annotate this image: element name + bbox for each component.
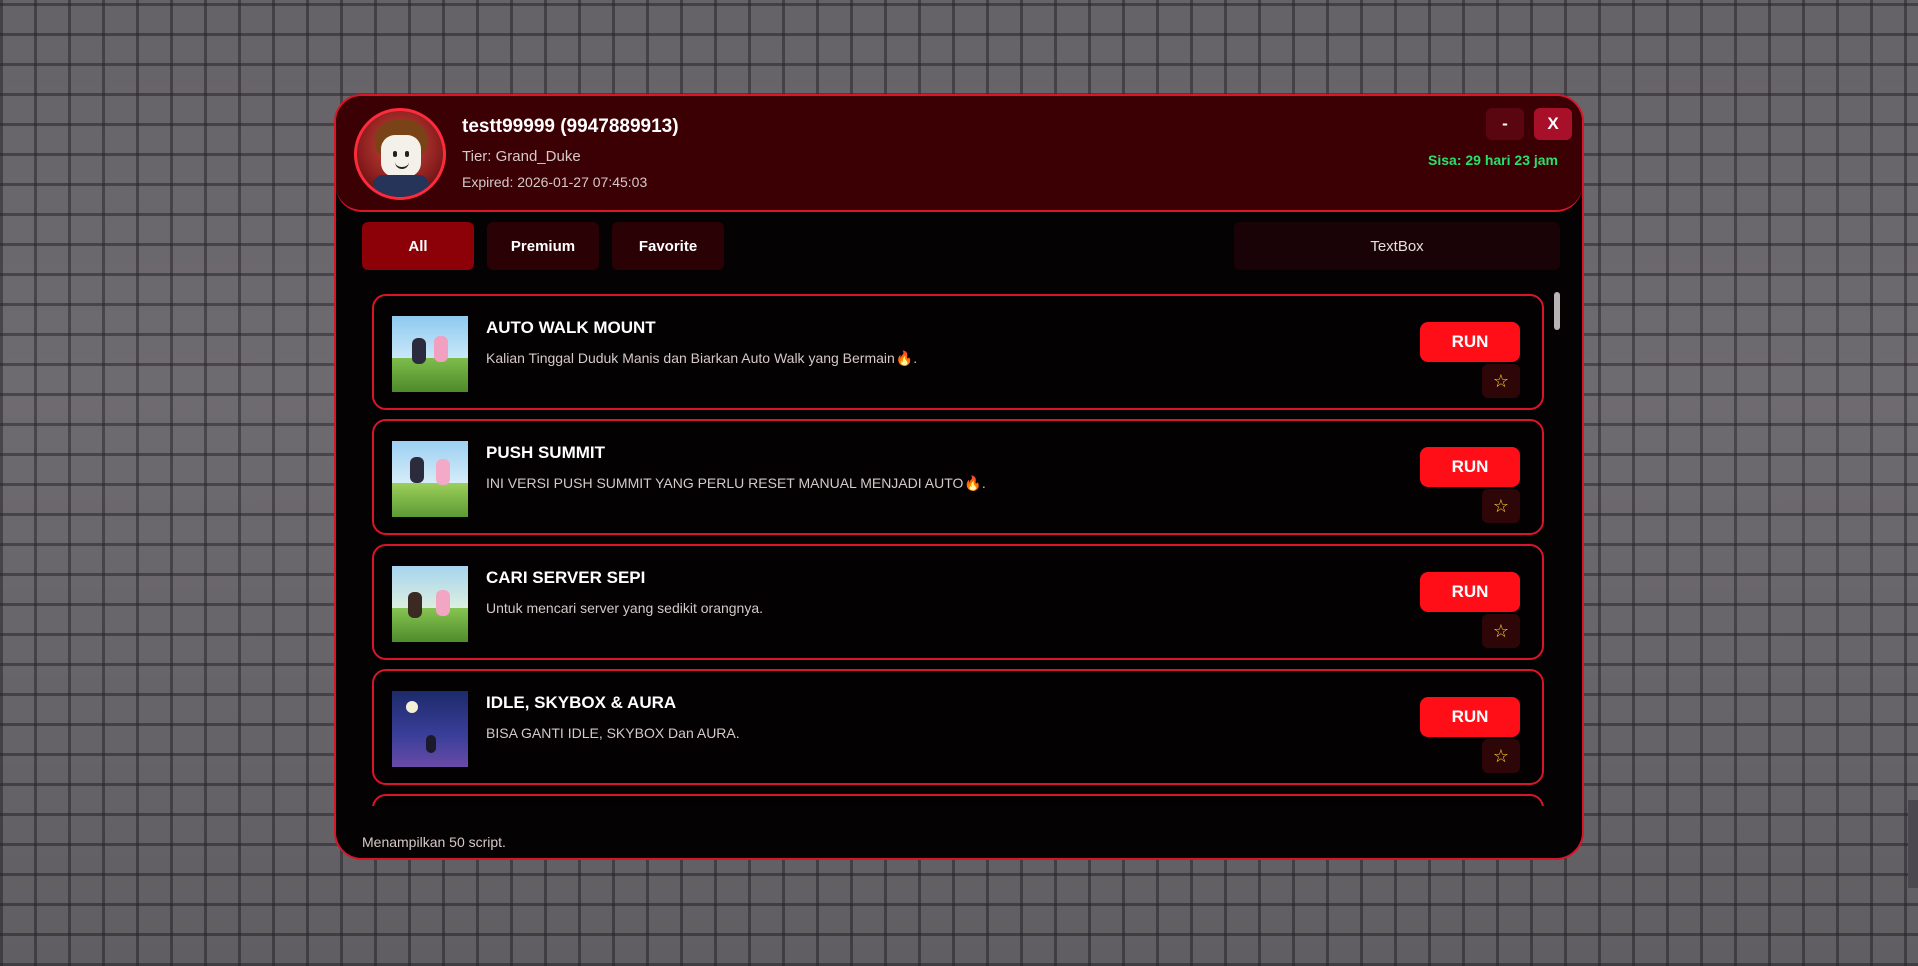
script-card: PUSH SUMMIT INI VERSI PUSH SUMMIT YANG P… [372,419,1544,535]
close-button[interactable]: X [1534,108,1572,140]
kids-wifi-icon [392,566,468,642]
script-description-text: Kalian Tinggal Duduk Manis dan Biarkan A… [486,350,895,366]
script-description-text: INI VERSI PUSH SUMMIT YANG PERLU RESET M… [486,475,964,491]
fire-icon: 🔥 [895,350,914,366]
avatar-face [381,135,421,177]
run-button[interactable]: RUN [1420,447,1520,487]
kids-running-icon [392,316,468,392]
script-description: Untuk mencari server yang sedikit orangn… [486,600,764,616]
avatar [354,108,446,200]
script-title: AUTO WALK MOUNT [486,318,656,337]
search-input[interactable]: TextBox [1234,222,1560,270]
tab-all[interactable]: All [362,222,474,270]
remaining-time: Sisa: 29 hari 23 jam [1428,152,1558,168]
script-description: BISA GANTI IDLE, SKYBOX Dan AURA. [486,725,740,741]
script-description: Kalian Tinggal Duduk Manis dan Biarkan A… [486,350,917,367]
run-button[interactable]: RUN [1420,697,1520,737]
screen-edge-strip [1908,800,1918,888]
avatar-eye [393,151,397,157]
run-button[interactable]: RUN [1420,322,1520,362]
tab-favorite[interactable]: Favorite [612,222,724,270]
avatar-body [373,175,429,197]
fire-icon: 🔥 [964,475,982,491]
list-scrollbar[interactable] [1554,292,1560,330]
avatar-eye [405,151,409,157]
script-hub-window: testt99999 (9947889913) Tier: Grand_Duke… [334,94,1584,860]
script-card: AUTO WALK MOUNT Kalian Tinggal Duduk Man… [372,294,1544,410]
minimize-button[interactable]: - [1486,108,1524,140]
expiry-label: Expired: 2026-01-27 07:45:03 [462,174,648,190]
script-title: CARI SERVER SEPI [486,568,646,587]
kids-meadow-icon [392,441,468,517]
script-description-end: . [913,350,918,366]
star-icon[interactable]: ☆ [1482,489,1520,523]
script-list: AUTO WALK MOUNT Kalian Tinggal Duduk Man… [372,294,1548,806]
star-icon[interactable]: ☆ [1482,364,1520,398]
script-description: INI VERSI PUSH SUMMIT YANG PERLU RESET M… [486,475,986,492]
script-description-end: . [981,475,986,491]
star-icon[interactable]: ☆ [1482,739,1520,773]
script-card: IDLE, SKYBOX & AURA BISA GANTI IDLE, SKY… [372,669,1544,785]
script-card-partial [372,794,1544,806]
star-icon[interactable]: ☆ [1482,614,1520,648]
script-title: PUSH SUMMIT [486,443,605,462]
run-button[interactable]: RUN [1420,572,1520,612]
profile-header: testt99999 (9947889913) Tier: Grand_Duke… [336,96,1582,212]
tier-label: Tier: Grand_Duke [462,148,581,165]
username: testt99999 (9947889913) [462,116,679,137]
script-count-label: Menampilkan 50 script. [362,834,506,850]
script-card: CARI SERVER SEPI Untuk mencari server ya… [372,544,1544,660]
night-sky-icon [392,691,468,767]
tab-premium[interactable]: Premium [487,222,599,270]
script-title: IDLE, SKYBOX & AURA [486,693,677,712]
